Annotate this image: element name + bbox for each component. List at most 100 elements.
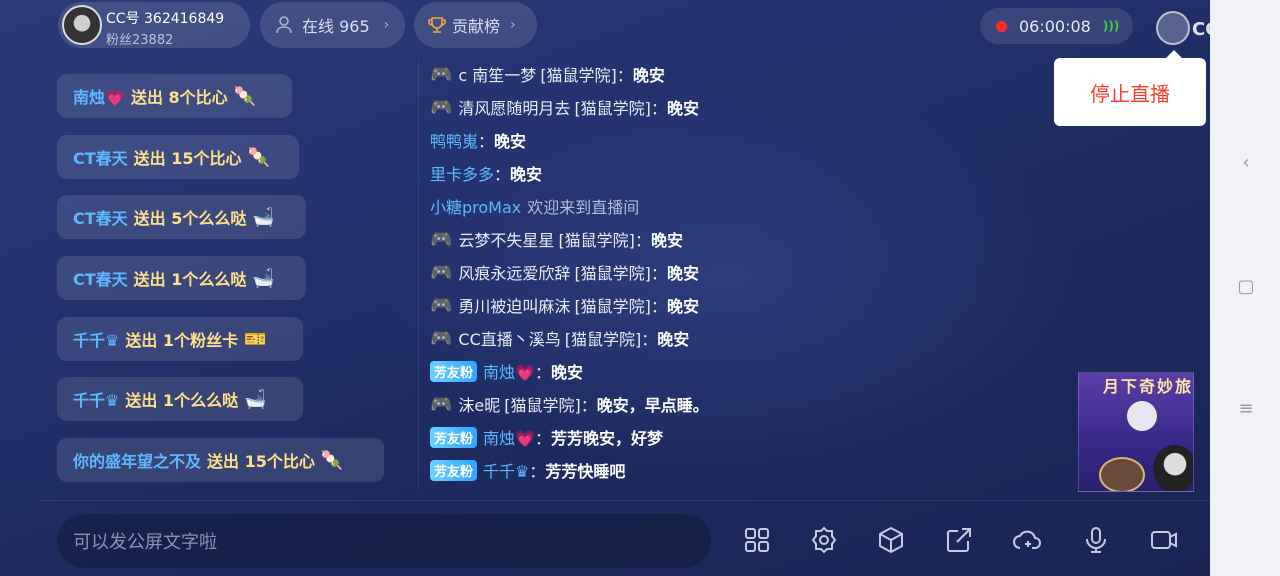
chat-colon: ： [641, 330, 658, 349]
home-nav-icon[interactable]: ▢ [1232, 276, 1260, 297]
welcome-text: 欢迎来到直播间 [527, 198, 640, 217]
chat-username[interactable]: 里卡多多 [430, 161, 494, 185]
chat-tag: [猫鼠学院] [540, 66, 617, 85]
chat-message: 芳友粉 千千♛：芳芳快睡吧 [430, 455, 625, 485]
gamepad-icon: 🎮 [430, 261, 453, 283]
chat-colon: ： [650, 99, 667, 118]
gamepad-icon: 🎮 [430, 294, 453, 316]
gift-message: 南烛💗 送出 8个比心 🍡 [57, 74, 292, 118]
chat-colon: ： [534, 429, 551, 448]
chat-text: 晚安 [494, 132, 527, 151]
chat-username[interactable]: c 南笙一梦 [458, 62, 536, 86]
chat-message: 鸭鸭嵬：晚安 [430, 125, 526, 155]
chat-tag: [猫鼠学院] [558, 231, 635, 250]
chat-message: 🎮 勇川被迫叫麻沫 [猫鼠学院]：晚安 [430, 290, 699, 320]
chat-username[interactable]: 勇川被迫叫麻沫 [458, 293, 570, 317]
chat-colon: ： [650, 264, 667, 283]
fan-badge: 芳友粉 [430, 426, 478, 448]
online-count-button[interactable]: 在线 965 › [260, 2, 405, 48]
chat-colon: ： [580, 396, 597, 415]
chevron-right-icon: › [510, 17, 516, 33]
settings-icon[interactable] [806, 522, 842, 558]
chat-colon: ： [494, 165, 511, 184]
gift-action: 送出 1个粉丝卡 [125, 331, 239, 350]
mic-icon[interactable] [1078, 522, 1114, 558]
gift-sender[interactable]: 你的盛年望之不及 [73, 448, 201, 472]
gift-action: 送出 1个么么哒 [133, 270, 247, 289]
share-icon[interactable] [941, 522, 977, 558]
gift-message: CT春天 送出 1个么么哒 🛁 [57, 256, 306, 300]
contribution-rank-button[interactable]: 贡献榜 › [414, 2, 537, 48]
cloud-plus-icon[interactable] [1009, 522, 1045, 558]
character-avatar [1099, 457, 1145, 491]
gift-icon: 🎫 [244, 328, 267, 350]
anchor-id: CC号 362416849 [106, 11, 225, 27]
fan-badge: 芳友粉 [430, 459, 478, 481]
chat-tag: [猫鼠学院] [574, 297, 651, 316]
gift-sender[interactable]: 千千♛ [73, 387, 119, 411]
gift-message: 你的盛年望之不及 送出 15个比心 🍡 [57, 438, 384, 482]
gift-sender[interactable]: 千千♛ [73, 327, 119, 351]
gift-action: 送出 15个比心 [207, 452, 315, 471]
gift-sender[interactable]: CT春天 [73, 145, 128, 169]
gift-sender[interactable]: CT春天 [73, 266, 128, 290]
chevron-right-icon: › [383, 17, 390, 33]
box-icon[interactable] [873, 522, 909, 558]
anchor-fans: 粉丝23882 [106, 33, 174, 48]
chat-username[interactable]: 千千♛ [483, 458, 529, 482]
anchor-info[interactable]: CC号 362416849 粉丝23882 [58, 2, 250, 48]
gamepad-icon: 🎮 [430, 96, 453, 118]
gift-action: 送出 5个么么哒 [133, 209, 247, 228]
chat-text: 晚安 [632, 66, 665, 85]
live-stream-stage: CC号 362416849 粉丝23882 在线 965 › 贡献榜 › 06:… [0, 0, 1210, 576]
chat-username[interactable]: 风痕永远爱欣辞 [458, 260, 570, 284]
recording-dot-icon [996, 20, 1007, 32]
chat-text: 芳芳快睡吧 [545, 462, 626, 481]
panel-divider [418, 60, 419, 490]
gift-action: 送出 1个么么哒 [125, 391, 239, 410]
gift-sender[interactable]: 南烛💗 [73, 84, 125, 108]
back-nav-icon[interactable]: ‹ [1232, 152, 1260, 173]
stop-live-button[interactable]: 停止直播 [1054, 50, 1206, 126]
chat-input[interactable]: 可以发公屏文字啦 [57, 514, 711, 568]
grid-icon[interactable] [739, 522, 775, 558]
chat-username[interactable]: 沫e昵 [458, 392, 500, 416]
chat-message: 🎮 沫e昵 [猫鼠学院]：晚安，早点睡。 [430, 389, 709, 419]
gift-icon: 🍡 [233, 85, 257, 107]
cc-logo: CC直播 [1156, 8, 1210, 48]
gamepad-icon: 🎮 [430, 228, 453, 250]
chat-tag: [猫鼠学院] [574, 264, 651, 283]
pip-thumbnail[interactable]: 月下奇妙旅 [1078, 372, 1194, 492]
gift-icon: 🍡 [320, 449, 344, 471]
chat-text: 晚安 [666, 99, 699, 118]
live-timer: 06:00:08 ))) [980, 8, 1133, 44]
camera-icon[interactable] [1146, 522, 1182, 558]
online-count-label: 在线 965 [302, 17, 370, 36]
moon-figure [1127, 401, 1157, 431]
chat-text: 晚安 [650, 231, 683, 250]
gift-message: CT春天 送出 5个么么哒 🛁 [57, 195, 306, 239]
fan-badge: 芳友粉 [430, 360, 478, 382]
chat-text: 晚安 [510, 165, 543, 184]
chat-message: 小糖proMax 欢迎来到直播间 [430, 191, 639, 221]
logo-text: CC直播 [1192, 19, 1210, 40]
chat-username[interactable]: 小糖proMax [430, 194, 521, 218]
chat-username[interactable]: 南烛💗 [483, 425, 535, 449]
chat-username[interactable]: 鸭鸭嵬 [430, 128, 478, 152]
chat-username[interactable]: CC直播丶溪鸟 [458, 326, 560, 350]
live-duration: 06:00:08 [1019, 16, 1091, 36]
mascot-icon [1156, 11, 1190, 45]
thumbnail-title: 月下奇妙旅 [1103, 377, 1194, 396]
chat-colon: ： [534, 363, 551, 382]
chat-username[interactable]: 南烛💗 [483, 359, 535, 383]
anchor-avatar[interactable] [62, 5, 102, 45]
recents-nav-icon[interactable]: ≡ [1232, 398, 1260, 419]
chat-message: 🎮 风痕永远爱欣辞 [猫鼠学院]：晚安 [430, 257, 699, 287]
chat-text: 晚安 [550, 363, 583, 382]
chat-username[interactable]: 清风愿随明月去 [458, 95, 570, 119]
contribution-rank-label: 贡献榜 [452, 17, 501, 36]
gift-sender[interactable]: CT春天 [73, 205, 128, 229]
chat-text: 晚安，早点睡。 [596, 396, 709, 415]
gamepad-icon: 🎮 [430, 327, 453, 349]
chat-username[interactable]: 云梦不失星星 [458, 227, 554, 251]
